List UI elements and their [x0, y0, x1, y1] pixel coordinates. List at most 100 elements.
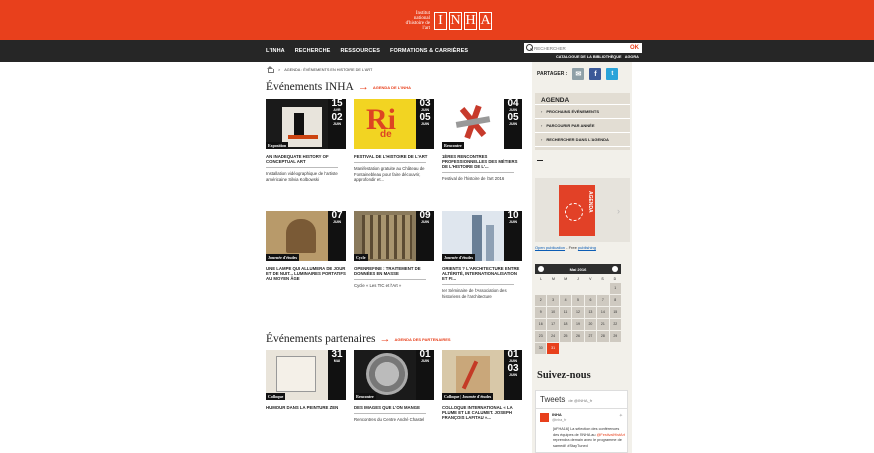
calendar-day[interactable]: 19: [572, 319, 584, 330]
chevron-right-icon[interactable]: ›: [617, 206, 620, 216]
partner-agenda-link[interactable]: AGENDA DES PARTENAIRES: [395, 337, 451, 342]
prev-month-icon[interactable]: [538, 266, 544, 272]
event-thumbnail[interactable]: 01 JUIN Rencontre: [354, 350, 434, 400]
calendar-day[interactable]: 14: [597, 307, 609, 318]
calendar-day[interactable]: 13: [584, 307, 597, 318]
calendar-day[interactable]: 3: [547, 295, 559, 306]
home-icon[interactable]: [266, 66, 274, 73]
calendar-day[interactable]: 16: [535, 319, 547, 330]
calendar-month: Mai 2016: [569, 266, 587, 272]
inha-logo[interactable]: Institut national d'histoire de l'art I …: [404, 7, 496, 35]
calendar-day[interactable]: 25: [559, 331, 572, 342]
event-card[interactable]: 01 JUIN Rencontre DES IMAGES QUE L'ON MA…: [354, 350, 434, 423]
event-card[interactable]: 31 MAI Colloque HUMOUR DANS LA PEINTURE …: [266, 350, 346, 410]
calendar-day[interactable]: 22: [609, 319, 621, 330]
event-title[interactable]: ORIENTS ? L'ARCHITECTURE ENTRE ALTÉRITÉ,…: [442, 266, 522, 281]
publication-cover[interactable]: AGENDA: [559, 185, 595, 236]
event-description: Manifestation gratuite au Château de Fon…: [354, 166, 425, 182]
catalog-link[interactable]: CATALOGUE DE LA BIBLIOTHÈQUE: [556, 55, 622, 59]
event-thumbnail[interactable]: Ri de 03 JUIN 05 JUIN: [354, 99, 434, 149]
search-input[interactable]: [534, 45, 624, 51]
event-card[interactable]: 07 JUIN Journée d'études UNE LAMPE QUI A…: [266, 211, 346, 281]
calendar-day[interactable]: 15: [609, 307, 621, 318]
agenda-link-search[interactable]: › RECHERCHER DANS L'AGENDA: [535, 133, 630, 147]
event-card[interactable]: 10 JUIN Journée d'études ORIENTS ? L'ARC…: [442, 211, 522, 299]
logo-letter: I: [434, 12, 447, 30]
calendar-day[interactable]: 9: [535, 307, 547, 318]
event-date: 10 JUIN: [504, 211, 522, 261]
inha-agenda-link[interactable]: AGENDA DE L'INHA: [373, 85, 411, 90]
calendar-day[interactable]: 29: [609, 331, 621, 342]
chevron-right-icon: ›: [541, 123, 543, 128]
next-month-icon[interactable]: [612, 266, 618, 272]
calendar-day[interactable]: 18: [559, 319, 572, 330]
calendar-day[interactable]: 8: [609, 295, 621, 306]
calendar-day[interactable]: 24: [547, 331, 559, 342]
search-icon[interactable]: [524, 43, 534, 53]
calendar-day[interactable]: 17: [547, 319, 559, 330]
event-thumbnail[interactable]: 10 JUIN Journée d'études: [442, 211, 522, 261]
agora-link[interactable]: AGORA: [625, 55, 639, 59]
tweet-author[interactable]: INHA @inha_fr: [540, 413, 566, 422]
event-card[interactable]: 09 JUIN Cycle OPENREFINE : TRAITEMENT DE…: [354, 211, 434, 289]
nav-item-formations[interactable]: FORMATIONS & CARRIÈRES: [390, 48, 468, 54]
event-image: [282, 107, 322, 147]
twitter-icon[interactable]: t: [606, 68, 619, 80]
open-publication-link[interactable]: Open publication: [535, 245, 565, 250]
publication-viewer[interactable]: AGENDA ›: [535, 178, 630, 242]
event-thumbnail[interactable]: 07 JUIN Journée d'études: [266, 211, 346, 261]
event-thumbnail[interactable]: 01 JUIN 03 JUIN Colloque | Journée d'étu…: [442, 350, 522, 400]
calendar-day[interactable]: 21: [597, 319, 609, 330]
event-thumbnail[interactable]: 09 JUIN Cycle: [354, 211, 434, 261]
agenda-link-year[interactable]: › PARCOURIR PAR ANNÉE: [535, 119, 630, 133]
publishing-link[interactable]: publishing: [578, 245, 596, 250]
calendar-day[interactable]: 23: [535, 331, 547, 342]
event-title[interactable]: HUMOUR DANS LA PEINTURE ZEN: [266, 405, 346, 410]
event-thumbnail[interactable]: 04 JUIN 05 JUIN Rencontre: [442, 99, 522, 149]
tweets-by[interactable]: de @INHA_fr: [568, 398, 592, 403]
event-title[interactable]: 1ÈRES RENCONTRES PROFESSIONNELLES DES MÉ…: [442, 154, 522, 169]
event-card[interactable]: Ri de 03 JUIN 05 JUIN FESTIVAL DE L'HIST…: [354, 99, 434, 183]
calendar-day[interactable]: 11: [559, 307, 572, 318]
nav-item-recherche[interactable]: RECHERCHE: [295, 48, 331, 54]
nav-item-ressources[interactable]: RESSOURCES: [340, 48, 380, 54]
calendar-day[interactable]: 7: [597, 295, 609, 306]
event-image: [362, 215, 412, 259]
event-category: Journée d'études: [266, 254, 299, 261]
tweet-mention[interactable]: @FestivalHistArt: [597, 433, 625, 437]
event-image-detail: [486, 225, 494, 261]
event-thumbnail[interactable]: 31 MAI Colloque: [266, 350, 346, 400]
calendar-day[interactable]: 5: [572, 295, 584, 306]
calendar-day[interactable]: 4: [559, 295, 572, 306]
event-card[interactable]: 04 JUIN 05 JUIN Rencontre 1ÈRES RENCONTR…: [442, 99, 522, 182]
search-ok-button[interactable]: OK: [630, 45, 639, 51]
event-title[interactable]: COLLOQUE INTERNATIONAL « LA PLUME ET LE …: [442, 405, 522, 420]
calendar-day[interactable]: 1: [609, 283, 621, 294]
calendar-day[interactable]: 6: [584, 295, 597, 306]
calendar-day[interactable]: 10: [547, 307, 559, 318]
avatar[interactable]: [540, 413, 549, 422]
event-card[interactable]: 01 JUIN 03 JUIN Colloque | Journée d'étu…: [442, 350, 522, 420]
email-icon[interactable]: ✉: [572, 68, 585, 80]
event-thumbnail[interactable]: 15 AVR 02 JUIN Exposition: [266, 99, 346, 149]
calendar-day[interactable]: 12: [572, 307, 584, 318]
calendar-day[interactable]: 2: [535, 295, 547, 306]
calendar-day[interactable]: 20: [584, 319, 597, 330]
calendar-day[interactable]: 31: [547, 343, 559, 354]
event-title[interactable]: DES IMAGES QUE L'ON MANGE: [354, 405, 434, 410]
facebook-icon[interactable]: f: [589, 68, 602, 80]
nav-item-inha[interactable]: L'INHA: [266, 48, 285, 54]
event-description: Festival de l'histoire de l'art 2016: [442, 176, 505, 181]
event-category: Rencontre: [354, 393, 376, 400]
calendar-day[interactable]: 30: [535, 343, 547, 354]
event-title[interactable]: FESTIVAL DE L'HISTOIRE DE L'ART: [354, 154, 434, 159]
event-card[interactable]: 15 AVR 02 JUIN Exposition AN INADEQUATE …: [266, 99, 346, 182]
event-title[interactable]: UNE LAMPE QUI ALLUMERA DE JOUR ET DE NUI…: [266, 266, 346, 281]
calendar-day[interactable]: 26: [572, 331, 584, 342]
event-title[interactable]: AN INADEQUATE HISTORY OF CONCEPTUAL ART: [266, 154, 346, 164]
event-title[interactable]: OPENREFINE : TRAITEMENT DE DONNÉES EN MA…: [354, 266, 434, 276]
calendar-day[interactable]: 28: [597, 331, 609, 342]
calendar-day[interactable]: 27: [584, 331, 597, 342]
nav-menu: L'INHA RECHERCHE RESSOURCES FORMATIONS &…: [266, 40, 468, 62]
agenda-link-next[interactable]: › PROCHAINS ÉVÉNEMENTS: [535, 105, 630, 119]
